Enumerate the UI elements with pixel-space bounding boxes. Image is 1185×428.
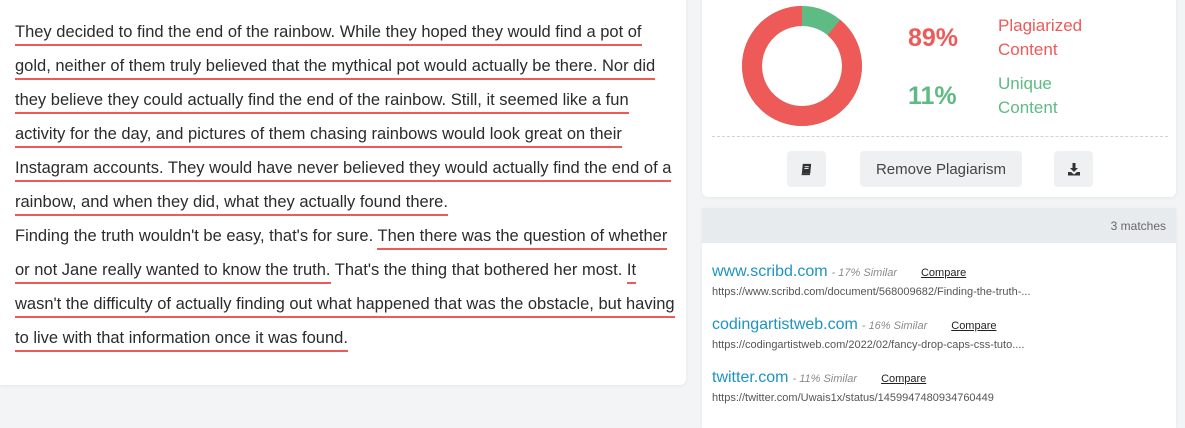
match-domain-link[interactable]: codingartistweb.com (712, 316, 858, 334)
plagiarized-label: Plagiarized Content (998, 16, 1083, 59)
text-sentence: Finding the truth wouldn't be easy, that… (15, 227, 378, 245)
plagiarized-stat: 89% Plagiarized Content (908, 14, 1088, 62)
match-domain-link[interactable]: twitter.com (712, 369, 788, 387)
match-item: codingartistweb.com - 16% Similar Compar… (712, 316, 1024, 351)
remove-plagiarism-button[interactable]: Remove Plagiarism (860, 151, 1022, 187)
unique-percent: 11% (908, 81, 957, 110)
match-similarity: - 17% Similar (831, 267, 897, 279)
unique-stat: 11% Unique Content (908, 72, 1088, 120)
match-url: https://www.scribd.com/document/56800968… (712, 286, 1031, 298)
plagiarized-sentence: They decided to find the end of the rain… (15, 23, 672, 216)
match-item: www.scribd.com - 17% Similar Compare htt… (712, 263, 1031, 298)
download-icon (1067, 163, 1080, 176)
match-item: twitter.com - 11% Similar Compare https:… (712, 369, 994, 404)
compare-link[interactable]: Compare (881, 373, 926, 385)
book-button[interactable] (787, 151, 826, 187)
match-domain-link[interactable]: www.scribd.com (712, 263, 828, 281)
matches-count: 3 matches (1110, 218, 1166, 233)
result-card: 89% Plagiarized Content 11% Unique Conte… (702, 0, 1176, 197)
download-button[interactable] (1054, 151, 1093, 187)
plagiarized-percent: 89% (908, 23, 959, 52)
text-sentence: That's the thing that bothered her most. (330, 261, 627, 279)
checked-text: They decided to find the end of the rain… (15, 15, 680, 355)
compare-link[interactable]: Compare (921, 267, 966, 279)
unique-label: Unique Content (998, 74, 1058, 117)
matches-panel: 3 matches www.scribd.com - 17% Similar C… (702, 208, 1176, 428)
match-similarity: - 16% Similar (861, 320, 928, 332)
plagiarism-donut-chart (742, 6, 862, 126)
book-icon (801, 163, 812, 175)
match-url: https://codingartistweb.com/2022/02/fanc… (712, 339, 1025, 351)
divider (712, 136, 1168, 137)
matches-header: 3 matches (702, 208, 1176, 243)
donut-plagiarized-segment (742, 6, 862, 126)
match-similarity: - 11% Similar (792, 373, 858, 385)
text-panel: They decided to find the end of the rain… (0, 0, 686, 385)
match-url: https://twitter.com/Uwais1x/status/14599… (712, 392, 994, 404)
compare-link[interactable]: Compare (951, 320, 996, 332)
